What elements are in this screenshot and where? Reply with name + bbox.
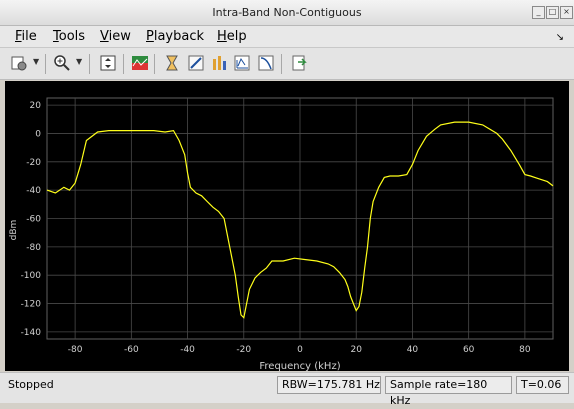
plot-grid — [46, 97, 554, 340]
zoom-dropdown-icon[interactable]: ▼ — [76, 57, 82, 66]
channel-icon[interactable] — [256, 53, 276, 73]
title-bar: Intra-Band Non-Contiguous _ □ × — [0, 0, 574, 26]
x-tick-label: -40 — [180, 345, 195, 355]
measure-icon[interactable] — [186, 53, 206, 73]
toolbar-separator — [123, 54, 124, 74]
x-tick-label: -80 — [68, 345, 83, 355]
toolbar-separator — [45, 54, 46, 74]
y-tick-label: -20 — [26, 158, 41, 168]
settings-dropdown-icon[interactable]: ▼ — [33, 57, 39, 66]
window-title: Intra-Band Non-Contiguous — [212, 6, 362, 19]
spectrum-chart[interactable]: -80 -60 -40 -20 0 20 40 60 80 20 0 -20 -40 -60 -80 -100… — [5, 81, 569, 372]
x-tick-label: 0 — [297, 345, 303, 355]
dock-arrow-icon[interactable]: ↘ — [556, 32, 564, 43]
toolbar-separator — [281, 54, 282, 74]
x-tick-label: 60 — [463, 345, 475, 355]
menu-file[interactable]: File — [15, 29, 37, 44]
y-tick-label: -60 — [26, 215, 41, 225]
scale-axes-icon[interactable] — [98, 53, 118, 73]
peak-finder-icon[interactable] — [162, 53, 182, 73]
x-tick-label: 40 — [407, 345, 419, 355]
ccdf-icon[interactable] — [232, 53, 252, 73]
status-bar: Stopped RBW=175.781 Hz Sample rate=180 k… — [0, 372, 574, 407]
zoom-in-icon[interactable] — [52, 53, 72, 73]
y-axis-label: dBm — [9, 220, 19, 241]
close-icon[interactable]: × — [560, 6, 573, 19]
y-tick-label: 20 — [30, 101, 42, 111]
x-tick-label: -20 — [236, 345, 251, 355]
y-tick-label: -80 — [26, 243, 41, 253]
y-tick-label: -100 — [21, 271, 42, 281]
menu-view[interactable]: View — [100, 29, 131, 44]
spectrum-mode-icon[interactable] — [130, 53, 150, 73]
settings-icon[interactable] — [9, 53, 29, 73]
restore-icon[interactable] — [289, 53, 309, 73]
x-axis-label: Frequency (kHz) — [259, 361, 340, 371]
status-time: T=0.06 — [516, 376, 569, 394]
y-tick-label: -140 — [21, 328, 42, 338]
toolbar-separator — [89, 54, 90, 74]
menu-help[interactable]: Help — [217, 29, 247, 44]
distortion-icon[interactable] — [209, 53, 229, 73]
axis-ticks: -80 -60 -40 -20 0 20 40 60 80 20 0 -20 -40 -60 -80 -100… — [21, 101, 531, 355]
x-tick-label: -60 — [124, 345, 139, 355]
status-rbw: RBW=175.781 Hz — [277, 376, 381, 394]
menu-playback[interactable]: Playback — [146, 29, 204, 44]
y-tick-label: -120 — [21, 300, 42, 310]
status-state: Stopped — [8, 378, 54, 391]
x-tick-label: 20 — [350, 345, 362, 355]
spectrum-plot[interactable]: -80 -60 -40 -20 0 20 40 60 80 20 0 -20 -40 -60 -80 -100… — [5, 81, 569, 372]
menu-bar: File Tools View Playback Help ↘ — [0, 26, 574, 48]
x-tick-label: 80 — [519, 345, 531, 355]
toolbar-separator — [154, 54, 155, 74]
status-sample-rate: Sample rate=180 kHz — [385, 376, 512, 407]
toolbar: ▼ ▼ — [0, 48, 574, 80]
y-tick-label: -40 — [26, 186, 41, 196]
minimize-icon[interactable]: _ — [532, 6, 545, 19]
y-tick-label: 0 — [35, 129, 41, 139]
menu-tools[interactable]: Tools — [53, 29, 85, 44]
maximize-icon[interactable]: □ — [546, 6, 559, 19]
